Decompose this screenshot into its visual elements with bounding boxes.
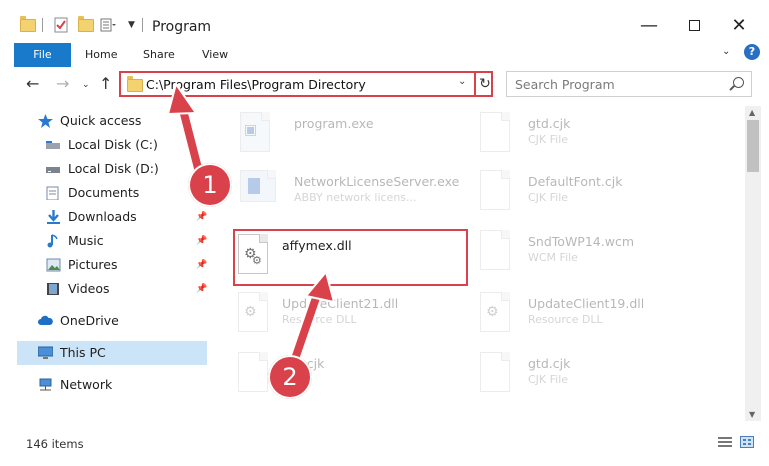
step-badge-2: 2 [268,355,312,399]
explorer-window: ▼ Program — ✕ File Home Share View ⌄ ? ←… [0,0,769,466]
annotation-arrows [166,81,336,363]
step-badge-1: 1 [188,163,232,207]
